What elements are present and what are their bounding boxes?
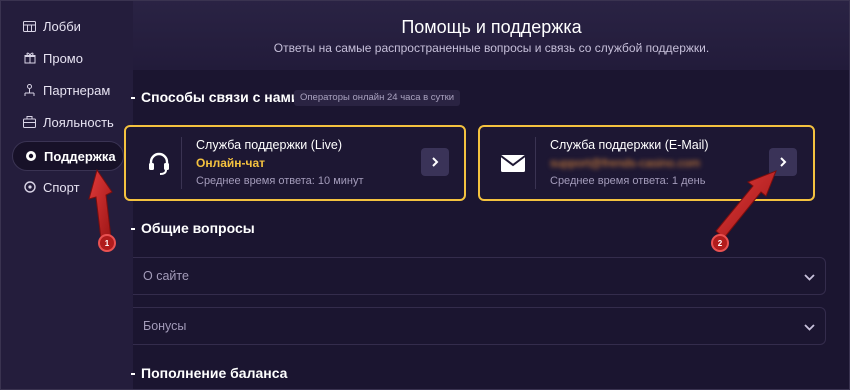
arrow-1 <box>88 168 113 240</box>
annotation-marker-1: 1 <box>98 234 116 252</box>
arrow-2 <box>715 170 777 239</box>
annotation-marker-2: 2 <box>711 234 729 252</box>
annotation-arrows <box>88 168 777 240</box>
